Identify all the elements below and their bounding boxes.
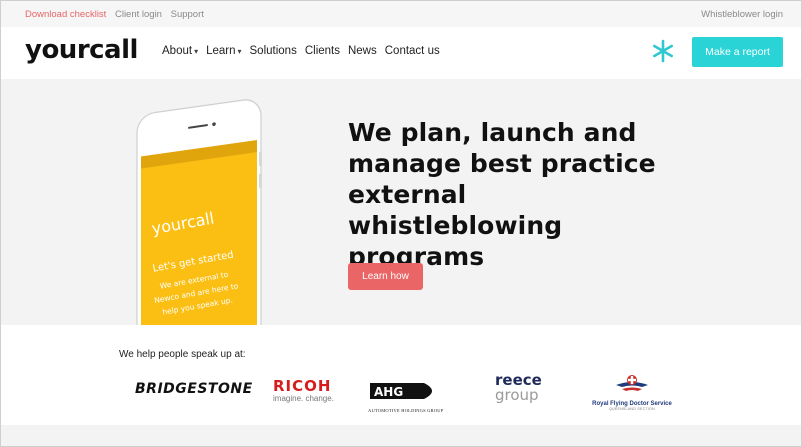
client-login-link[interactable]: Client login — [115, 9, 162, 20]
phone-svg: yourcall Let's get started We are extern… — [136, 99, 262, 325]
ahg-wordmark: AHG — [374, 385, 403, 399]
nav-item-solutions[interactable]: Solutions — [250, 45, 297, 57]
ricoh-wordmark: RICOH — [273, 377, 332, 395]
chevron-down-icon: ▾ — [194, 47, 199, 56]
support-link[interactable]: Support — [171, 9, 204, 20]
nav-item-clients[interactable]: Clients — [305, 45, 340, 57]
bridgestone-logo: BRIDGESTONE — [135, 381, 253, 397]
ricoh-logo: RICOH imagine. change. — [273, 377, 334, 403]
nav-item-contact[interactable]: Contact us — [385, 45, 440, 57]
utility-links: Download checklist Client login Support — [25, 9, 210, 20]
hero-section: yourcall Let's get started We are extern… — [1, 79, 801, 325]
yourcall-logo[interactable]: yourcall — [25, 35, 138, 65]
utility-bar: Download checklist Client login Support … — [1, 1, 801, 27]
nav-item-label: Contact us — [384, 45, 440, 57]
nav-menu: About ▾ Learn ▾ Solutions Clients News Con… — [162, 45, 448, 57]
logo-text: yourcall — [25, 35, 138, 65]
main-nav: yourcall About ▾ Learn ▾ Solutions Clients… — [1, 27, 801, 79]
whistleblower-login-link[interactable]: Whistleblower login — [701, 9, 783, 20]
nav-item-label: About — [162, 45, 193, 57]
ahg-logo: AHG AUTOMOTIVE HOLDINGS GROUP — [368, 381, 448, 413]
clients-section: We help people speak up at: BRIDGESTONE … — [1, 325, 801, 425]
asterisk-icon-svg — [652, 39, 674, 63]
nav-item-label: Learn — [206, 45, 236, 57]
make-a-report-button[interactable]: Make a report — [692, 37, 783, 67]
nav-item-news[interactable]: News — [348, 45, 377, 57]
download-checklist-link[interactable]: Download checklist — [25, 9, 106, 20]
ahg-subtitle: AUTOMOTIVE HOLDINGS GROUP — [368, 408, 444, 413]
chevron-down-icon: ▾ — [237, 47, 242, 56]
nav-item-label: Clients — [304, 45, 340, 57]
ahg-mark: AHG — [370, 383, 432, 399]
nav-item-label: News — [347, 45, 377, 57]
reece-logo: reece group — [495, 373, 542, 404]
rfds-emblem — [616, 375, 648, 391]
page-frame: Download checklist Client login Support … — [0, 0, 802, 447]
learn-how-button[interactable]: Learn how — [348, 263, 423, 290]
footer-band — [1, 425, 801, 446]
asterisk-icon — [651, 39, 675, 69]
rfds-logo: Royal Flying Doctor Service QUEENSLAND S… — [589, 373, 675, 411]
ricoh-tagline: imagine. change. — [273, 394, 334, 403]
nav-item-about[interactable]: About ▾ — [162, 45, 198, 57]
reece-group-wordmark: group — [495, 386, 539, 404]
nav-item-learn[interactable]: Learn ▾ — [206, 45, 241, 57]
clients-label: We help people speak up at: — [119, 349, 246, 360]
phone-illustration: yourcall Let's get started We are extern… — [131, 93, 271, 325]
rfds-subtitle: QUEENSLAND SECTION — [608, 407, 656, 411]
hero-headline: We plan, launch and manage best practice… — [348, 118, 656, 271]
nav-item-label: Solutions — [249, 45, 297, 57]
